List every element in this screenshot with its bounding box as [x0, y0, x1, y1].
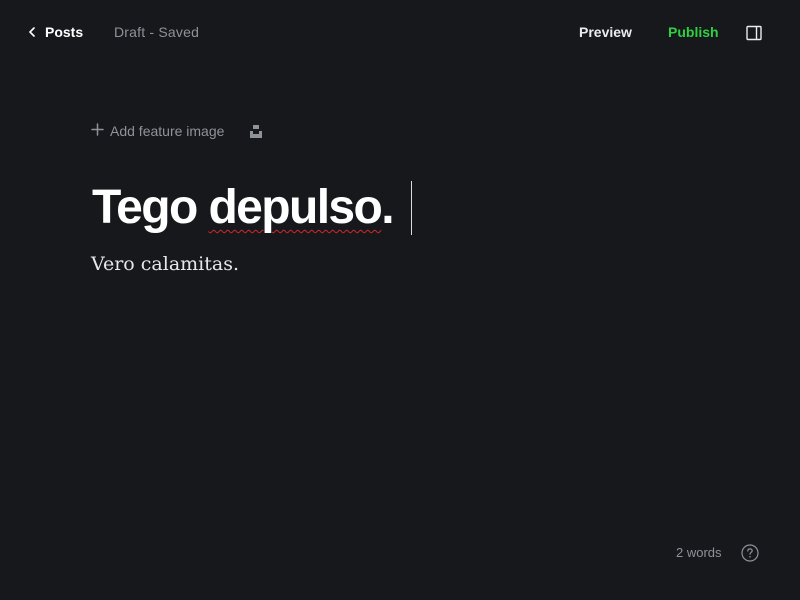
title-text-start: Tego [92, 181, 209, 234]
add-feature-image-button[interactable]: Add feature image [91, 123, 224, 139]
post-title[interactable]: Tego depulso. [92, 178, 395, 238]
word-count: 2 words [676, 545, 722, 560]
post-body[interactable]: Vero calamitas. [91, 253, 239, 275]
chevron-left-icon [28, 27, 36, 37]
plus-icon [91, 123, 104, 139]
preview-button[interactable]: Preview [579, 24, 632, 40]
top-bar: Posts Draft - Saved Preview Publish [0, 0, 800, 64]
back-to-posts-link[interactable]: Posts [28, 23, 83, 41]
publish-button[interactable]: Publish [668, 24, 719, 40]
add-feature-image-label: Add feature image [110, 123, 225, 139]
editor-page: Posts Draft - Saved Preview Publish Add … [0, 0, 800, 600]
text-cursor [411, 181, 412, 235]
sidebar-toggle-icon[interactable] [746, 25, 762, 41]
title-text-end: . [381, 181, 394, 234]
feature-image-row: Add feature image [91, 121, 263, 141]
back-link-label: Posts [45, 24, 84, 40]
help-circle-icon[interactable] [741, 544, 759, 562]
title-misspelled-word: depulso [208, 181, 382, 234]
post-status: Draft - Saved [114, 24, 200, 40]
unsplash-icon[interactable] [249, 124, 263, 138]
